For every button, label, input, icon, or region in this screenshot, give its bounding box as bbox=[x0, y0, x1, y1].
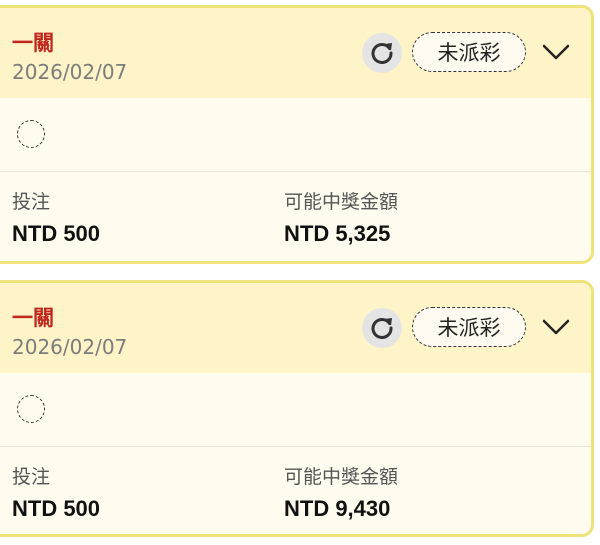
selection-placeholder-icon bbox=[17, 120, 45, 148]
bet-card: 一關 2026/02/07 未派彩 投注 NTD 500 可能中獎金額 NTD … bbox=[0, 280, 594, 537]
selection-placeholder-icon bbox=[17, 395, 45, 423]
stake-label: 投注 bbox=[12, 466, 51, 488]
potential-payout-label: 可能中獎金額 bbox=[284, 466, 399, 488]
refresh-icon bbox=[371, 43, 393, 64]
potential-payout-value: NTD 5,325 bbox=[284, 221, 391, 246]
bet-date: 2026/02/07 bbox=[12, 60, 128, 84]
refresh-button[interactable] bbox=[362, 33, 402, 73]
refresh-button[interactable] bbox=[362, 308, 402, 348]
stake-value: NTD 500 bbox=[12, 496, 101, 521]
bet-type-title: 一關 bbox=[12, 306, 54, 330]
bet-record-list: 一關 2026/02/07 未派彩 投注 NTD 500 可能中獎金額 NTD … bbox=[0, 0, 600, 545]
potential-payout-label: 可能中獎金額 bbox=[284, 191, 399, 213]
bet-date: 2026/02/07 bbox=[12, 335, 128, 359]
chevron-down-icon[interactable] bbox=[540, 317, 572, 337]
status-badge: 未派彩 bbox=[412, 32, 526, 72]
amount-row: 投注 NTD 500 可能中獎金額 NTD 9,430 bbox=[0, 447, 591, 534]
bet-card: 一關 2026/02/07 未派彩 投注 NTD 500 可能中獎金額 NTD … bbox=[0, 5, 594, 264]
selection-row bbox=[0, 373, 591, 447]
stake-label: 投注 bbox=[12, 191, 51, 213]
bet-card-header[interactable]: 一關 2026/02/07 未派彩 bbox=[0, 283, 591, 373]
status-badge: 未派彩 bbox=[412, 307, 526, 347]
bet-card-header[interactable]: 一關 2026/02/07 未派彩 bbox=[0, 8, 591, 98]
bet-type-title: 一關 bbox=[12, 31, 54, 55]
chevron-down-icon[interactable] bbox=[540, 42, 572, 62]
selection-row bbox=[0, 98, 591, 172]
stake-value: NTD 500 bbox=[12, 221, 101, 246]
amount-row: 投注 NTD 500 可能中獎金額 NTD 5,325 bbox=[0, 172, 591, 261]
potential-payout-value: NTD 9,430 bbox=[284, 496, 391, 521]
refresh-icon bbox=[371, 318, 393, 339]
